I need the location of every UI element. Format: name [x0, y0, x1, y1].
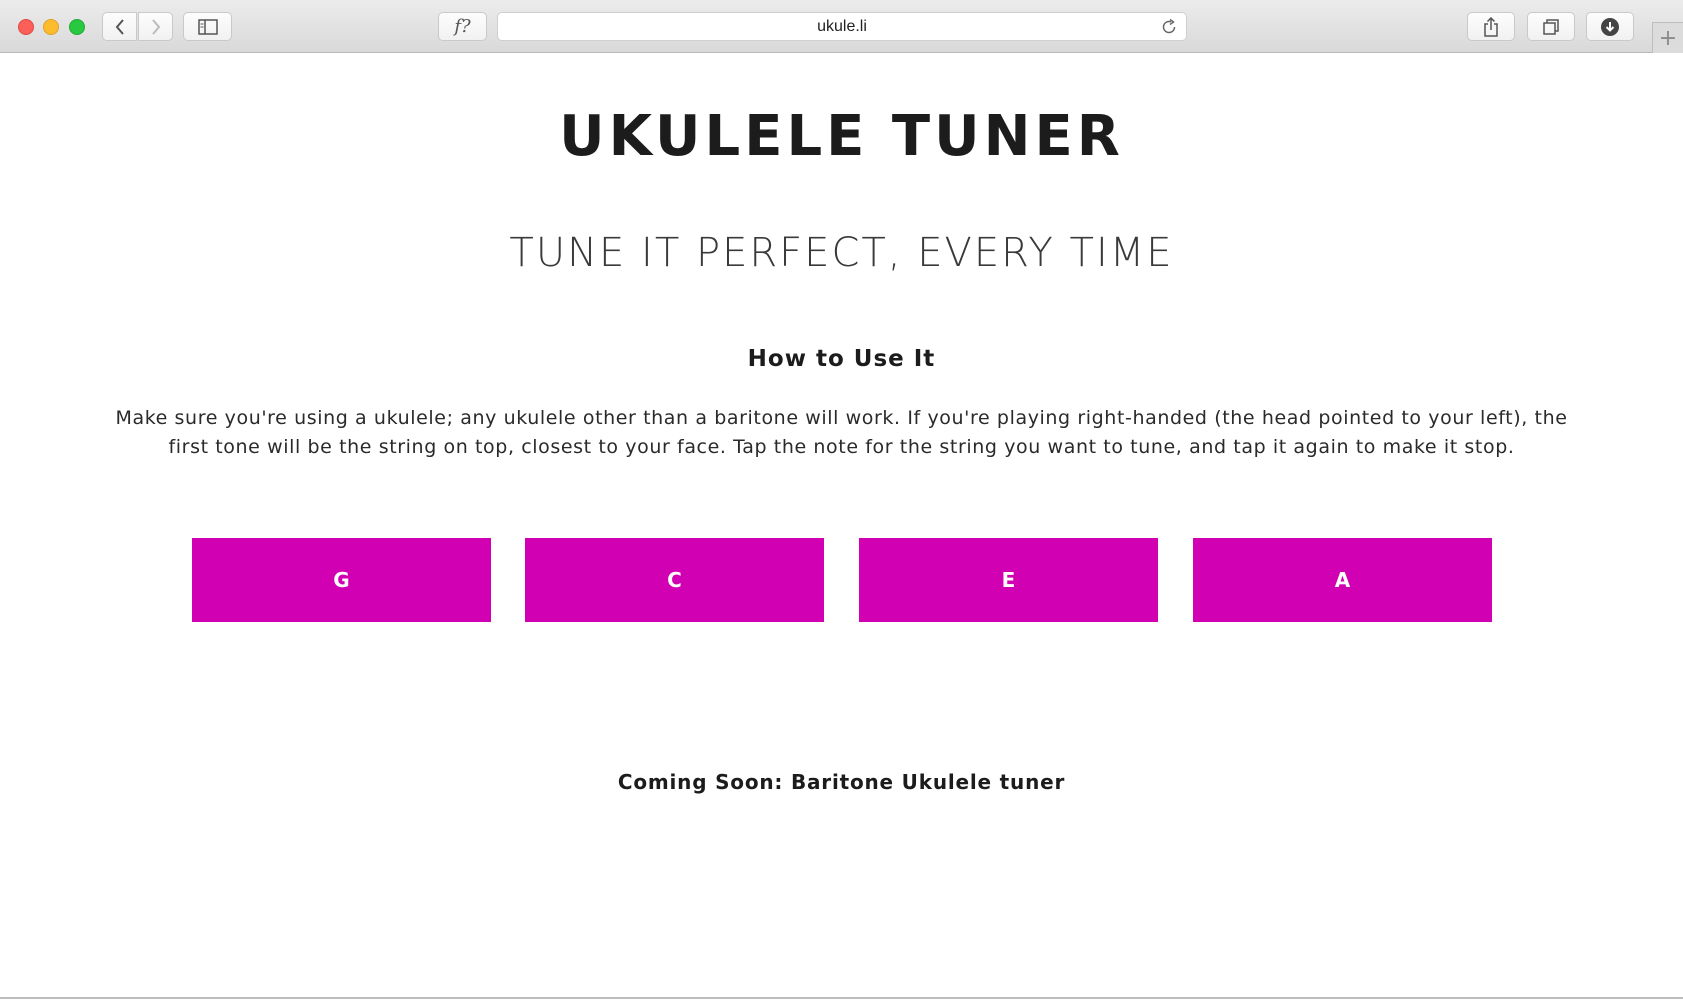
- new-tab-button[interactable]: +: [1652, 22, 1683, 53]
- note-button-a[interactable]: A: [1193, 538, 1492, 622]
- address-bar[interactable]: ukule.li: [497, 12, 1187, 41]
- window-zoom-button[interactable]: [69, 19, 85, 35]
- forward-button[interactable]: [138, 12, 173, 41]
- back-button[interactable]: [102, 12, 137, 41]
- note-button-e[interactable]: E: [859, 538, 1158, 622]
- window-close-button[interactable]: [18, 19, 34, 35]
- chevron-right-icon: [150, 18, 162, 36]
- sidebar-toggle-button[interactable]: [183, 12, 232, 41]
- window-minimize-button[interactable]: [43, 19, 59, 35]
- sidebar-icon: [197, 18, 218, 35]
- font-reader-button[interactable]: f?: [438, 12, 487, 41]
- address-url: ukule.li: [817, 18, 867, 35]
- note-buttons: G C E A: [0, 538, 1683, 622]
- note-button-c[interactable]: C: [525, 538, 824, 622]
- page-title: UKULELE TUNER: [559, 104, 1124, 169]
- instructions-text: Make sure you're using a ukulele; any uk…: [115, 407, 1568, 458]
- share-icon: [1483, 16, 1499, 37]
- reload-icon[interactable]: [1160, 18, 1178, 40]
- page-content: UKULELE TUNER TUNE IT PERFECT, EVERY TIM…: [0, 54, 1683, 998]
- chevron-left-icon: [114, 18, 126, 36]
- font-button-label: f?: [454, 16, 471, 37]
- window-bottom-border: [0, 997, 1683, 999]
- page-subtitle: TUNE IT PERFECT, EVERY TIME: [509, 230, 1174, 276]
- browser-toolbar: f? ukule.li +: [0, 0, 1683, 53]
- tabs-overview-button[interactable]: [1527, 12, 1575, 41]
- note-button-g[interactable]: G: [192, 538, 491, 622]
- howto-heading: How to Use It: [747, 346, 936, 372]
- downloads-button[interactable]: [1586, 12, 1634, 41]
- share-button[interactable]: [1467, 12, 1515, 41]
- coming-soon-text: Coming Soon: Baritone Ukulele tuner: [617, 770, 1066, 794]
- download-icon: [1600, 17, 1620, 37]
- tabs-overview-icon: [1542, 18, 1560, 36]
- plus-icon: +: [1658, 25, 1678, 51]
